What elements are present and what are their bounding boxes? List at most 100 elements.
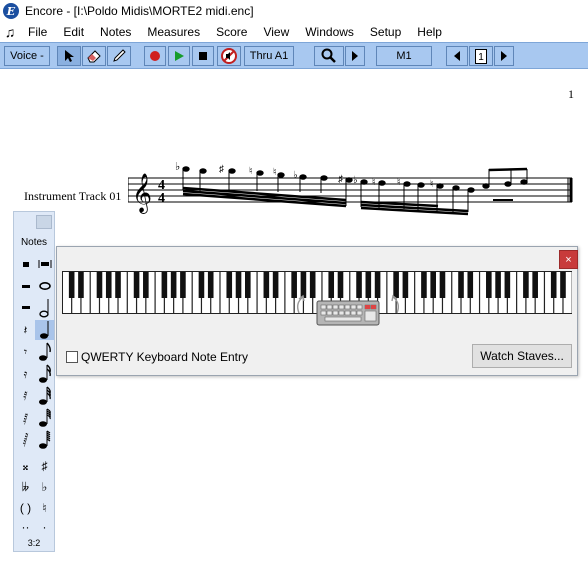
watch-staves-button[interactable]: Watch Staves... xyxy=(472,344,572,368)
black-key[interactable] xyxy=(115,272,121,298)
no-midi-thru-button[interactable] xyxy=(217,46,241,66)
parentheses-icon[interactable]: ( ) xyxy=(16,498,35,518)
thirty-second-note-icon[interactable] xyxy=(35,386,54,406)
black-key[interactable] xyxy=(272,272,279,298)
black-key[interactable] xyxy=(560,272,566,298)
record-button[interactable] xyxy=(144,46,166,66)
black-key[interactable] xyxy=(458,272,464,298)
music-note-icon[interactable]: ♫ xyxy=(0,24,20,40)
black-key[interactable] xyxy=(170,272,177,298)
watch-staves-label: Watch Staves... xyxy=(480,349,564,363)
arrow-pointer-icon xyxy=(65,50,74,62)
measure-rest-icon[interactable] xyxy=(35,254,54,274)
black-key[interactable] xyxy=(198,272,205,298)
menu-view[interactable]: View xyxy=(255,25,297,39)
whole-note-icon[interactable] xyxy=(35,276,54,296)
select-tool-button[interactable] xyxy=(57,46,81,66)
black-key[interactable] xyxy=(550,272,557,298)
sharp-icon[interactable]: ♯ xyxy=(35,456,54,476)
black-key[interactable] xyxy=(143,272,149,298)
page-label: 1 xyxy=(478,51,484,63)
quarter-rest-icon[interactable]: 𝄽 xyxy=(16,320,35,340)
black-key[interactable] xyxy=(504,272,511,298)
menu-file[interactable]: File xyxy=(20,25,55,39)
whole-rest-icon[interactable] xyxy=(16,276,35,296)
half-note-icon[interactable] xyxy=(35,298,54,318)
double-flat-icon[interactable]: 𝄫 xyxy=(16,477,35,497)
qwerty-entry-label[interactable]: QWERTY Keyboard Note Entry xyxy=(81,350,248,364)
sixty-fourth-note-icon[interactable] xyxy=(35,408,54,428)
black-key[interactable] xyxy=(235,272,242,298)
black-key[interactable] xyxy=(133,272,140,298)
menu-notes[interactable]: Notes xyxy=(92,25,139,39)
eraser-tool-button[interactable] xyxy=(82,46,106,66)
black-key[interactable] xyxy=(226,272,233,298)
black-key[interactable] xyxy=(263,272,270,298)
next-page-button[interactable] xyxy=(494,46,514,66)
svg-text:♮: ♮ xyxy=(430,179,434,190)
svg-text:♭: ♭ xyxy=(175,161,180,173)
voice-dropdown[interactable]: Voice - xyxy=(4,46,50,66)
black-key[interactable] xyxy=(439,272,446,298)
dot-icon[interactable]: · xyxy=(35,517,54,537)
palette-row-sixty-fourth: 𝅁 xyxy=(16,408,54,428)
tuplet-label[interactable]: 3:2 xyxy=(14,538,54,548)
black-key[interactable] xyxy=(421,272,427,298)
pencil-icon xyxy=(113,49,126,62)
eighth-note-icon[interactable] xyxy=(35,342,54,362)
menu-edit[interactable]: Edit xyxy=(55,25,92,39)
measure-label: M1 xyxy=(396,50,412,62)
page-field[interactable]: 1 xyxy=(469,46,493,66)
black-key[interactable] xyxy=(467,272,474,298)
play-button[interactable] xyxy=(168,46,190,66)
encore-app-icon[interactable]: E xyxy=(3,3,19,19)
flat-icon[interactable]: ♭ xyxy=(35,477,54,497)
black-key[interactable] xyxy=(495,272,501,298)
note-group-2[interactable]: ♭ ♮ ♮ ♮ xyxy=(353,175,475,216)
hundred-twenty-eighth-rest-icon[interactable]: 𝅂 xyxy=(16,430,35,450)
thirty-second-rest-icon[interactable]: 𝅀 xyxy=(16,386,35,406)
eighth-rest-icon[interactable]: 𝄾 xyxy=(16,342,35,362)
quarter-note-icon[interactable] xyxy=(35,320,54,340)
sixteenth-rest-icon[interactable]: 𝄿 xyxy=(16,364,35,384)
black-key[interactable] xyxy=(532,272,538,298)
keyboard-close-button[interactable]: × xyxy=(559,250,578,269)
black-key[interactable] xyxy=(245,272,251,298)
sixteenth-note-icon[interactable] xyxy=(35,364,54,384)
menu-setup[interactable]: Setup xyxy=(362,25,409,39)
menu-measures[interactable]: Measures xyxy=(139,25,208,39)
black-key[interactable] xyxy=(486,272,492,298)
triangle-left-icon xyxy=(454,51,460,61)
stop-button[interactable] xyxy=(192,46,214,66)
black-key[interactable] xyxy=(207,272,214,298)
measure-field[interactable]: M1 xyxy=(376,46,432,66)
half-rest-icon[interactable] xyxy=(16,298,35,318)
black-key[interactable] xyxy=(105,272,112,298)
sixty-fourth-rest-icon[interactable]: 𝅁 xyxy=(16,408,35,428)
black-key[interactable] xyxy=(430,272,436,298)
double-sharp-icon[interactable]: 𝄪 xyxy=(16,456,35,476)
menu-score[interactable]: Score xyxy=(208,25,255,39)
natural-icon[interactable]: ♮ xyxy=(35,498,54,518)
thru-dropdown[interactable]: Thru A1 xyxy=(244,46,294,66)
black-key[interactable] xyxy=(180,272,186,298)
black-key[interactable] xyxy=(523,272,529,298)
black-key[interactable] xyxy=(96,272,103,298)
double-dot-icon[interactable]: ·· xyxy=(16,517,35,537)
palette-close-button[interactable] xyxy=(36,215,52,229)
track-label[interactable]: Instrument Track 01 xyxy=(24,189,121,204)
zoom-menu-button[interactable] xyxy=(345,46,365,66)
black-key[interactable] xyxy=(161,272,168,298)
menu-help[interactable]: Help xyxy=(409,25,450,39)
pencil-tool-button[interactable] xyxy=(107,46,131,66)
qwerty-entry-checkbox[interactable] xyxy=(66,351,78,363)
black-key[interactable] xyxy=(402,272,409,298)
black-key[interactable] xyxy=(78,272,84,298)
multi-rest-icon[interactable] xyxy=(16,254,35,274)
hundred-twenty-eighth-note-icon[interactable] xyxy=(35,430,54,450)
zoom-button[interactable] xyxy=(314,46,344,66)
menu-windows[interactable]: Windows xyxy=(297,25,362,39)
black-key[interactable] xyxy=(68,272,75,298)
staff-system[interactable]: 𝄞 4 4 ♭ ♯ ♮ ♮ ♭ ♯ ♭ ♮ ♮ ♮ xyxy=(128,150,578,220)
previous-page-button[interactable] xyxy=(446,46,468,66)
